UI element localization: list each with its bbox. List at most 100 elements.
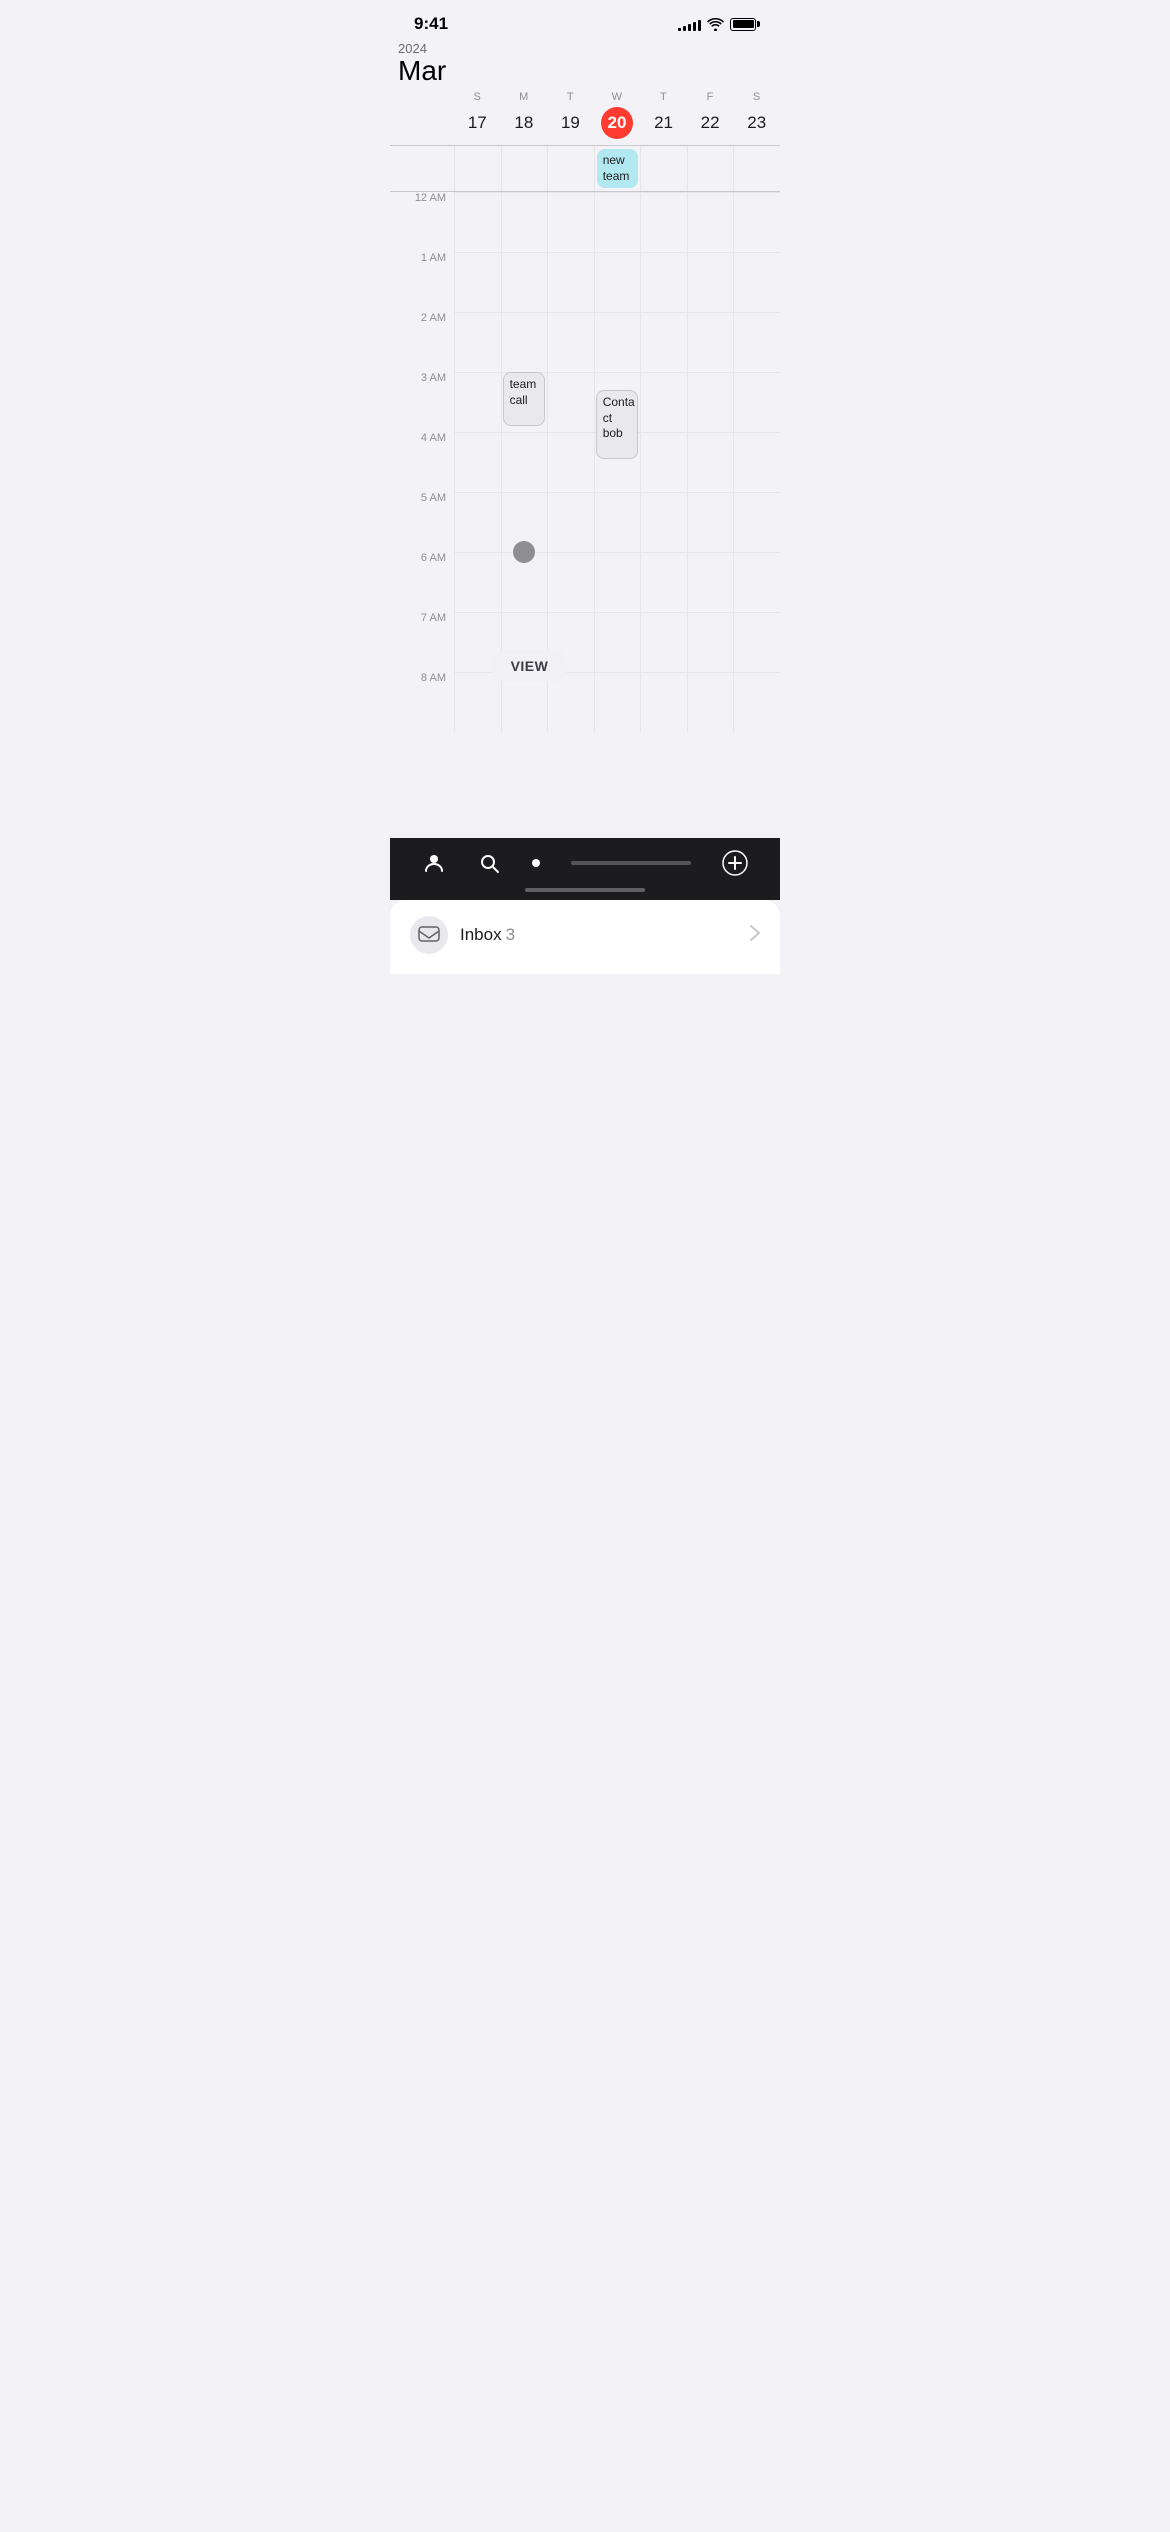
grid-cell-r4-c5	[687, 432, 734, 492]
grid-cell-r0-c2	[547, 192, 594, 252]
day-number-2: 19	[554, 107, 586, 139]
event-contact-bob[interactable]: Conta ct bob	[596, 390, 639, 459]
grid-cell-r0-c4	[640, 192, 687, 252]
grid-scroll-area[interactable]: 12 AM1 AM2 AM3 AM4 AM5 AM6 AM7 AM8 AMtea…	[390, 192, 780, 838]
day-number-4: 21	[648, 107, 680, 139]
add-icon[interactable]	[722, 850, 748, 876]
grid-cell-r1-c5	[687, 252, 734, 312]
grid-cell-r2-c2	[547, 312, 594, 372]
allday-cell-6	[733, 146, 780, 191]
week-day-col-1[interactable]: M18	[501, 91, 548, 139]
day-name-2: T	[567, 91, 574, 103]
view-button[interactable]: VIEW	[491, 650, 569, 682]
allday-cell-4	[640, 146, 687, 191]
grid-cell-r5-c4	[640, 492, 687, 552]
grid-cell-r6-c4	[640, 552, 687, 612]
month-text: Mar	[398, 56, 446, 87]
allday-label	[390, 146, 454, 191]
day-name-4: T	[660, 91, 667, 103]
grid-cell-r5-c0	[454, 492, 501, 552]
home-indicator	[525, 888, 645, 892]
grid-cell-r3-c6	[733, 372, 780, 432]
grid-cell-r2-c5	[687, 312, 734, 372]
time-label-1: 1 AM	[390, 252, 454, 312]
grid-cell-r0-c1	[501, 192, 548, 252]
grid-cell-r1-c4	[640, 252, 687, 312]
grid-cell-r0-c6	[733, 192, 780, 252]
time-label-7: 7 AM	[390, 612, 454, 672]
main-content: 2024 Mar S17M18T19W20T21F22S23 new team …	[390, 38, 780, 838]
grid-cell-r2-c3	[594, 312, 641, 372]
grid-cell-r5-c3	[594, 492, 641, 552]
grid-cell-r0-c0	[454, 192, 501, 252]
day-name-3: W	[612, 91, 623, 103]
grid-cell-r1-c0	[454, 252, 501, 312]
grid-cell-r6-c2	[547, 552, 594, 612]
grid-cell-r1-c3	[594, 252, 641, 312]
grid-cell-r8-c4	[640, 672, 687, 732]
grid-cell-r4-c4	[640, 432, 687, 492]
grid-cell-r5-c2	[547, 492, 594, 552]
grid-cell-r3-c5	[687, 372, 734, 432]
year-month-label: 2024 Mar	[398, 42, 446, 87]
allday-cell-1	[501, 146, 548, 191]
home-indicator-bar	[390, 884, 780, 900]
status-bar: 9:41	[390, 0, 780, 38]
year-text: 2024	[398, 42, 446, 56]
grid-cell-r2-c6	[733, 312, 780, 372]
grid-cell-r7-c5	[687, 612, 734, 672]
grid-cell-r4-c1	[501, 432, 548, 492]
day-number-0: 17	[461, 107, 493, 139]
grid-cell-r8-c5	[687, 672, 734, 732]
grid-cell-r4-c6	[733, 432, 780, 492]
allday-cell-3: new team	[594, 146, 641, 191]
day-name-0: S	[473, 91, 481, 103]
floating-dot	[513, 541, 535, 563]
person-icon[interactable]	[422, 851, 446, 875]
day-number-5: 22	[694, 107, 726, 139]
day-number-6: 23	[741, 107, 773, 139]
inbox-panel[interactable]: Inbox3	[390, 900, 780, 974]
grid-cell-r1-c1	[501, 252, 548, 312]
year-month-row: 2024 Mar	[390, 42, 780, 91]
calendar-grid: 12 AM1 AM2 AM3 AM4 AM5 AM6 AM7 AM8 AMtea…	[390, 192, 780, 732]
status-time: 9:41	[414, 14, 448, 34]
time-label-3: 3 AM	[390, 372, 454, 432]
week-day-col-6[interactable]: S 23	[733, 91, 780, 139]
signal-icon	[678, 18, 701, 31]
search-icon[interactable]	[477, 851, 501, 875]
week-day-col-5[interactable]: F22	[687, 91, 734, 139]
grid-cell-r1-c2	[547, 252, 594, 312]
time-label-5: 5 AM	[390, 492, 454, 552]
grid-cell-r6-c3	[594, 552, 641, 612]
week-day-col-0[interactable]: S 17	[454, 91, 501, 139]
event-team-call[interactable]: team call	[503, 372, 546, 426]
status-icons	[678, 18, 756, 31]
allday-cell-0	[454, 146, 501, 191]
calendar-header: 2024 Mar S 17M18 T 19 W 20 T 21F22 S 23	[390, 38, 780, 146]
grid-cell-r5-c6	[733, 492, 780, 552]
week-day-col-3[interactable]: W 20	[594, 91, 641, 139]
inbox-icon	[410, 916, 448, 954]
grid-cell-r8-c0	[454, 672, 501, 732]
grid-cell-r3-c0	[454, 372, 501, 432]
inbox-left: Inbox3	[410, 916, 515, 954]
time-label-0: 12 AM	[390, 192, 454, 252]
battery-icon	[730, 18, 756, 31]
inbox-text: Inbox3	[460, 925, 515, 945]
week-header-spacer	[390, 91, 454, 139]
event-new-team[interactable]: new team	[597, 149, 639, 188]
grid-cell-r2-c4	[640, 312, 687, 372]
inbox-chevron[interactable]	[750, 925, 760, 946]
grid-cell-r6-c6	[733, 552, 780, 612]
grid-cell-r7-c4	[640, 612, 687, 672]
bottom-toolbar	[390, 838, 780, 884]
week-day-col-4[interactable]: T 21	[640, 91, 687, 139]
day-number-3: 20	[601, 107, 633, 139]
grid-cell-r0-c5	[687, 192, 734, 252]
grid-cell-r7-c6	[733, 612, 780, 672]
day-name-6: S	[753, 91, 761, 103]
week-day-col-2[interactable]: T 19	[547, 91, 594, 139]
allday-cell-5	[687, 146, 734, 191]
grid-cell-r4-c0	[454, 432, 501, 492]
